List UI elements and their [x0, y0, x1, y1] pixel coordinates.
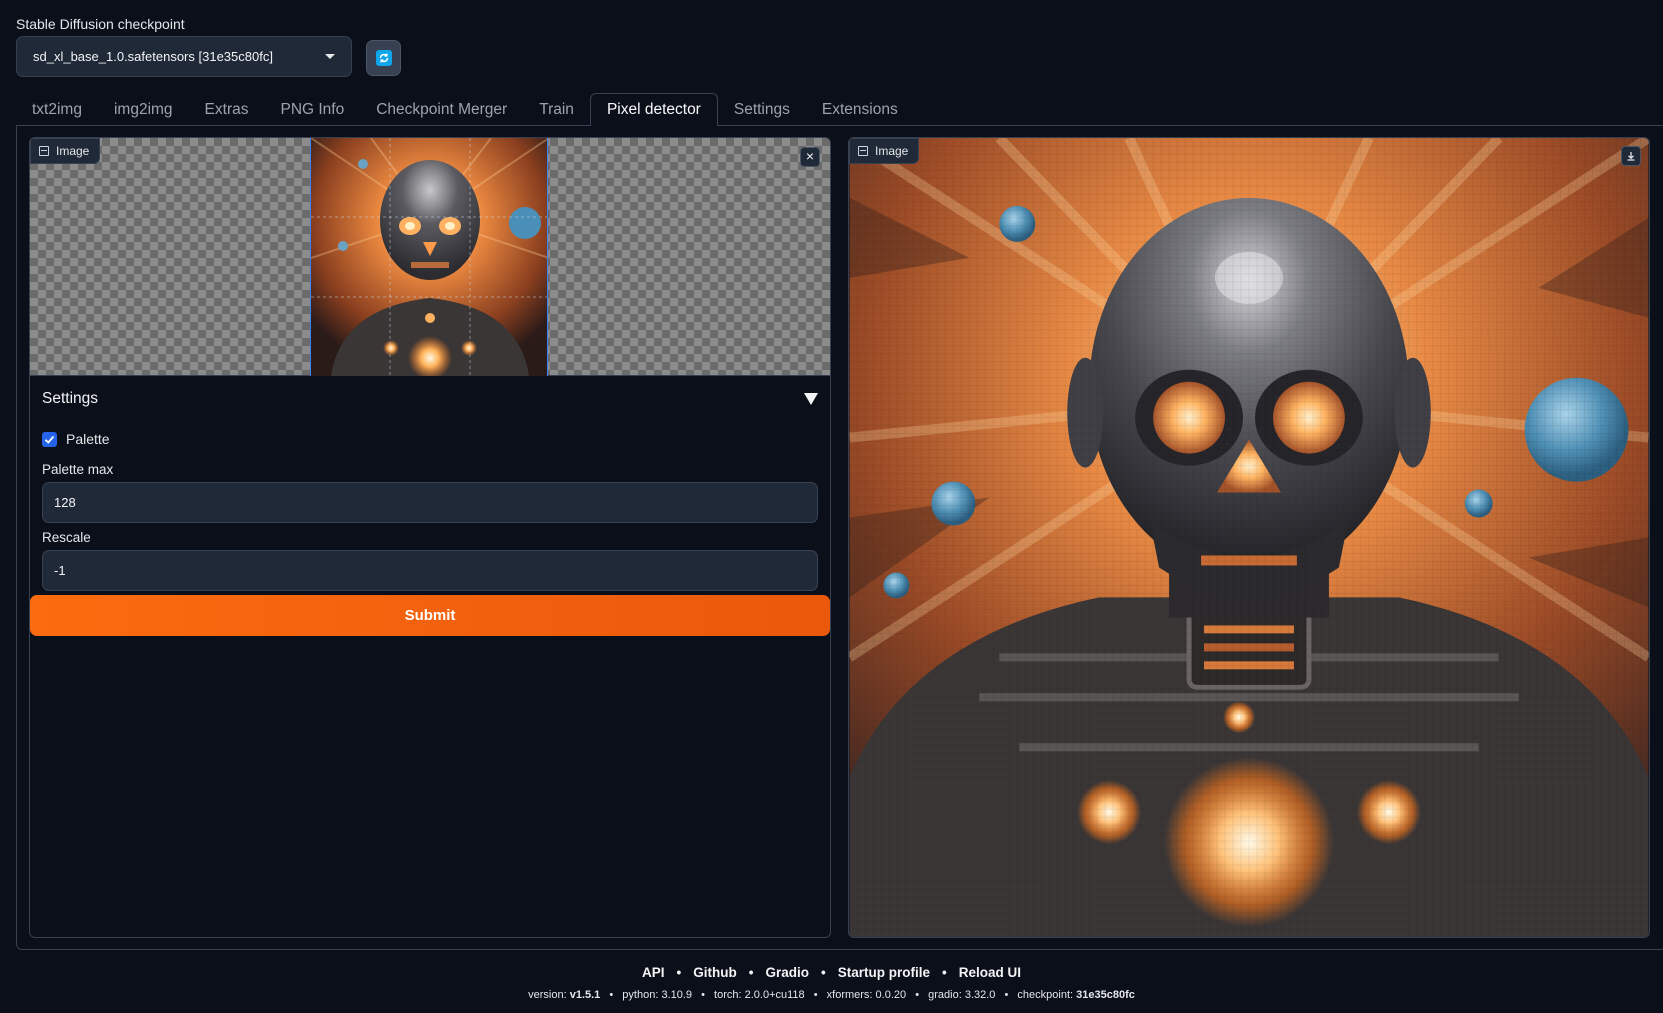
output-image-label: Image [849, 138, 920, 164]
input-image-dropzone[interactable]: Image × [30, 138, 830, 376]
version-separator: • [1004, 989, 1009, 1001]
rescale-input[interactable]: -1 [42, 550, 818, 591]
version-separator: • [701, 989, 705, 1001]
palette-max-label: Palette max [42, 462, 114, 477]
tab-png-info[interactable]: PNG Info [264, 94, 360, 126]
checkpoint-label: Stable Diffusion checkpoint [16, 16, 185, 32]
checkmark-icon [44, 435, 55, 444]
tab-settings[interactable]: Settings [718, 94, 806, 126]
image-icon [858, 146, 868, 156]
settings-accordion-header[interactable]: Settings [42, 387, 818, 411]
footer-separator: • [676, 965, 682, 980]
version-separator: • [915, 989, 920, 1001]
footer-separator: • [821, 965, 826, 980]
tab-img2img[interactable]: img2img [98, 94, 189, 126]
input-image-preview [310, 138, 548, 376]
version-label: version: [528, 989, 567, 1001]
chevron-down-icon [325, 54, 335, 59]
skull-robot-output-image [849, 138, 1649, 937]
rescale-value: -1 [54, 563, 66, 578]
footer-link-api[interactable]: API [642, 965, 665, 980]
tab-checkpoint-merger[interactable]: Checkpoint Merger [360, 94, 523, 126]
refresh-icon [375, 50, 392, 66]
checkpoint-hash-value: 31e35c80fc [1076, 989, 1135, 1001]
palette-max-input[interactable]: 128 [42, 482, 818, 523]
submit-button[interactable]: Submit [30, 595, 830, 636]
footer-link-startup-profile[interactable]: Startup profile [838, 965, 930, 980]
palette-label: Palette [66, 431, 110, 447]
xformers-label: xformers: [826, 989, 873, 1001]
input-image-label-text: Image [56, 144, 90, 158]
footer-separator: • [748, 965, 754, 980]
tab-train[interactable]: Train [523, 94, 590, 126]
refresh-checkpoint-button[interactable] [366, 40, 401, 76]
palette-checkbox[interactable] [42, 431, 57, 447]
clear-image-button[interactable]: × [800, 147, 820, 167]
input-image-label: Image [30, 138, 101, 164]
settings-title: Settings [42, 390, 99, 407]
output-column: Image [848, 137, 1650, 938]
footer-link-gradio[interactable]: Gradio [765, 965, 809, 980]
tab-extras[interactable]: Extras [189, 94, 265, 126]
download-button[interactable] [1621, 146, 1641, 166]
rescale-label: Rescale [42, 530, 91, 545]
xformers-value: 0.0.20 [875, 989, 907, 1001]
gradio-label: gradio: [928, 989, 962, 1001]
footer-link-github[interactable]: Github [693, 965, 737, 980]
gradio-value: 3.32.0 [964, 989, 996, 1001]
version-separator: • [813, 989, 818, 1001]
main-tabs: txt2img img2img Extras PNG Info Checkpoi… [16, 93, 1663, 126]
palette-max-value: 128 [54, 495, 76, 510]
skull-robot-thumbnail [311, 138, 547, 376]
python-label: python: [622, 989, 659, 1001]
torch-label: torch: [714, 989, 742, 1001]
checkpoint-hash-label: checkpoint: [1017, 989, 1074, 1001]
input-column: Image × Settings Palette Palette max 128… [29, 137, 831, 938]
footer-separator: • [942, 965, 947, 980]
version-separator: • [609, 989, 614, 1001]
version-info: version: v1.5.1 • python: 3.10.9 • torch… [0, 989, 1663, 1001]
tab-txt2img[interactable]: txt2img [16, 94, 98, 126]
tab-extensions[interactable]: Extensions [806, 94, 914, 126]
image-icon [39, 146, 49, 156]
version-value: v1.5.1 [569, 989, 601, 1001]
footer-links: API • Github • Gradio • Startup profile … [0, 965, 1663, 980]
collapse-triangle-icon [804, 393, 818, 405]
python-value: 3.10.9 [661, 989, 693, 1001]
download-icon [1627, 152, 1635, 161]
palette-checkbox-row[interactable]: Palette [42, 431, 110, 447]
checkpoint-dropdown[interactable]: sd_xl_base_1.0.safetensors [31e35c80fc] [16, 36, 352, 77]
torch-value: 2.0.0+cu118 [744, 989, 805, 1001]
tab-pixel-detector[interactable]: Pixel detector [589, 93, 718, 126]
checkpoint-selected-value: sd_xl_base_1.0.safetensors [31e35c80fc] [33, 49, 273, 64]
output-image-label-text: Image [875, 144, 909, 158]
footer-link-reload-ui[interactable]: Reload UI [959, 965, 1021, 980]
